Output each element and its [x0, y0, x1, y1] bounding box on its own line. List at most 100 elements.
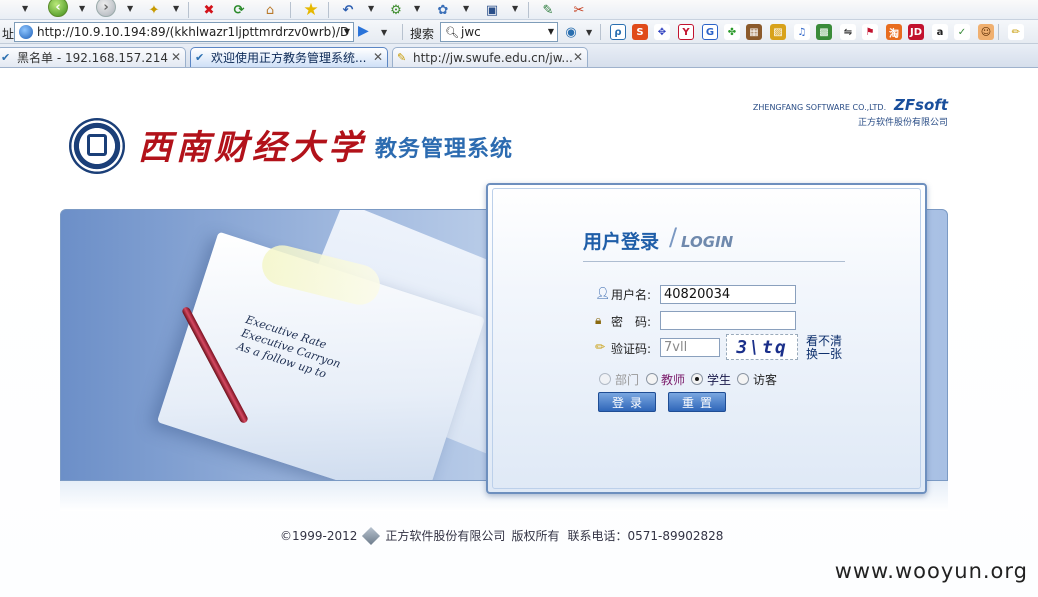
close-icon[interactable]: ✕ [373, 50, 383, 64]
vendor-name-en: ZHENGFANG SOFTWARE CO.,LTD. [752, 103, 887, 112]
star-icon[interactable]: ★ [300, 0, 322, 20]
chevron-down-icon[interactable]: ▼ [586, 28, 592, 37]
chevron-down-icon[interactable]: ▼ [463, 4, 469, 13]
login-button[interactable]: 登录 [598, 392, 656, 412]
browser-toolbar: ▼ ‹ ▼ › ▼ ✦ ▼ ✖ ⟳ ⌂ ★ ↶ ▼ ⚙ ▼ ✿ ▼ ▣ ▼ ✎ … [0, 0, 1038, 20]
role-label-visitor: 访客 [753, 373, 778, 387]
pencil-icon[interactable]: ✏ [1008, 24, 1024, 40]
translate-icon[interactable]: ⇋ [840, 24, 856, 40]
chevron-down-icon[interactable]: ▼ [548, 27, 554, 36]
lock-icon: 🔒︎ [595, 313, 602, 327]
google-icon[interactable]: G [702, 24, 718, 40]
globe-icon[interactable]: ◉ [562, 22, 580, 42]
captcha-label: 验证码: [611, 342, 652, 356]
tag-icon[interactable]: ✂ [568, 0, 590, 20]
role-radio-teacher[interactable] [646, 373, 658, 385]
tab-blacklist[interactable]: ✔ 黑名单 - 192.168.157.214 ✕ [0, 47, 186, 67]
tab-zfsoft-login[interactable]: ✔ 欢迎使用正方教务管理系统... ✕ [190, 47, 388, 67]
address-label: 址 [2, 27, 15, 41]
edit-icon[interactable]: ✎ [538, 0, 558, 20]
clover-icon[interactable]: ✤ [724, 24, 740, 40]
music-icon[interactable]: ♫ [794, 24, 810, 40]
address-url: http://10.9.10.194:89/(kkhlwazr1ljpttmrd… [37, 25, 350, 39]
amazon-icon[interactable]: a [932, 24, 948, 40]
role-label-teacher: 教师 [661, 373, 686, 387]
chevron-down-icon[interactable]: ▼ [344, 27, 350, 36]
password-input[interactable] [660, 311, 796, 330]
alert-icon[interactable]: ⚑ [862, 24, 878, 40]
footer-phone: 联系电话：0571-89902828 [567, 529, 724, 543]
magnifier-icon: 🔍︎ [445, 26, 459, 39]
yahoo-icon[interactable]: Y [678, 24, 694, 40]
taobao-icon[interactable]: 淘 [886, 24, 902, 40]
stop-icon[interactable]: ✖ [200, 0, 218, 20]
seal-core [87, 134, 107, 156]
sogou-icon[interactable]: S [632, 24, 648, 40]
refresh-icon[interactable]: ⟳ [230, 0, 248, 20]
plugin-icon[interactable]: ✿ [432, 0, 454, 20]
image-icon[interactable]: ▨ [770, 24, 786, 40]
map-icon[interactable]: ▩ [816, 24, 832, 40]
home-icon[interactable]: ⌂ [260, 0, 280, 20]
chevron-down-icon[interactable]: ▼ [22, 4, 28, 13]
vendor-logo-text: ZFsoft [893, 96, 948, 114]
chevron-down-icon[interactable]: ▼ [173, 4, 179, 13]
reset-button[interactable]: 重置 [668, 392, 726, 412]
tab-label: 欢迎使用正方教务管理系统... [211, 51, 367, 65]
chevron-down-icon[interactable]: ▼ [127, 4, 133, 13]
footer-company: 正方软件股份有限公司 [385, 529, 506, 543]
search-engine-icon[interactable]: ρ [610, 24, 626, 40]
role-label-dept: 部门 [615, 373, 640, 387]
close-icon[interactable]: ✕ [171, 50, 181, 64]
vendor-logo: ZHENGFANG SOFTWARE CO.,LTD. ZFsoft 正方软件股… [753, 96, 948, 128]
login-title-en: LOGIN [681, 233, 734, 251]
user-icon: 👤︎ [595, 286, 611, 300]
role-radio-visitor[interactable] [737, 373, 749, 385]
page-content: ZHENGFANG SOFTWARE CO.,LTD. ZFsoft 正方软件股… [0, 68, 1038, 597]
film-icon[interactable]: ▦ [746, 24, 762, 40]
chevron-down-icon[interactable]: ▼ [79, 4, 85, 13]
undo-icon[interactable]: ↶ [338, 0, 358, 20]
face-icon[interactable]: ☺ [978, 24, 994, 40]
toolbar-separator [188, 2, 189, 18]
forward-icon[interactable]: › [96, 0, 116, 17]
footer-copyright: ©1999-2012 [280, 528, 358, 543]
role-radio-student[interactable] [691, 373, 703, 385]
captcha-image[interactable]: 3\tq [726, 334, 798, 360]
tools-icon[interactable]: ⚙ [386, 0, 406, 20]
zfsoft-logo-icon [362, 526, 381, 545]
tab-swufe-jw[interactable]: ✎ http://jw.swufe.edu.cn/jw... ✕ [392, 47, 588, 67]
tab-label: 黑名单 - 192.168.157.214 [17, 51, 169, 65]
login-panel: 用户登录 / LOGIN 👤︎ 用户名: 40820034 🔒︎ 密 码: ✏ … [486, 183, 927, 494]
page-footer: ©1999-2012 正方软件股份有限公司 版权所有 联系电话：0571-899… [280, 526, 724, 545]
checklist-icon[interactable]: ✓ [954, 24, 970, 40]
search-input[interactable]: 🔍︎ jwc ▼ [440, 22, 558, 42]
role-radio-dept[interactable] [599, 373, 611, 385]
system-name: 教务管理系统 [375, 137, 514, 162]
address-input[interactable]: http://10.9.10.194:89/(kkhlwazr1ljpttmrd… [14, 22, 354, 42]
chevron-down-icon[interactable]: ▼ [381, 28, 387, 37]
jd-icon[interactable]: JD [908, 24, 924, 40]
chevron-down-icon[interactable]: ▼ [512, 4, 518, 13]
address-bar-row: 址 http://10.9.10.194:89/(kkhlwazr1ljpttm… [0, 20, 1038, 44]
vendor-name-cn: 正方软件股份有限公司 [857, 118, 948, 128]
login-title: 用户登录 [583, 231, 660, 253]
chevron-down-icon[interactable]: ▼ [368, 4, 374, 13]
toolbar-separator [402, 24, 403, 40]
captcha-input[interactable]: 7vll [660, 338, 720, 357]
back-icon[interactable]: ‹ [48, 0, 68, 17]
browser-tabs: ✔ 黑名单 - 192.168.157.214 ✕ ✔ 欢迎使用正方教务管理系统… [0, 44, 1038, 68]
close-icon[interactable]: ✕ [573, 50, 583, 64]
favorites-icon[interactable]: ✦ [144, 0, 164, 20]
toolbar-separator [528, 2, 529, 18]
search-value: jwc [461, 25, 481, 39]
toolbar-separator [998, 24, 999, 40]
go-arrow-icon[interactable]: ▶ [358, 23, 374, 39]
university-seal-icon [69, 118, 125, 174]
save-icon[interactable]: ▣ [482, 0, 502, 20]
toolbar-separator [600, 24, 601, 40]
baidu-paw-icon[interactable]: ✥ [654, 24, 670, 40]
captcha-refresh-link[interactable]: 看不清 换一张 [806, 335, 842, 361]
chevron-down-icon[interactable]: ▼ [414, 4, 420, 13]
username-input[interactable]: 40820034 [660, 285, 796, 304]
